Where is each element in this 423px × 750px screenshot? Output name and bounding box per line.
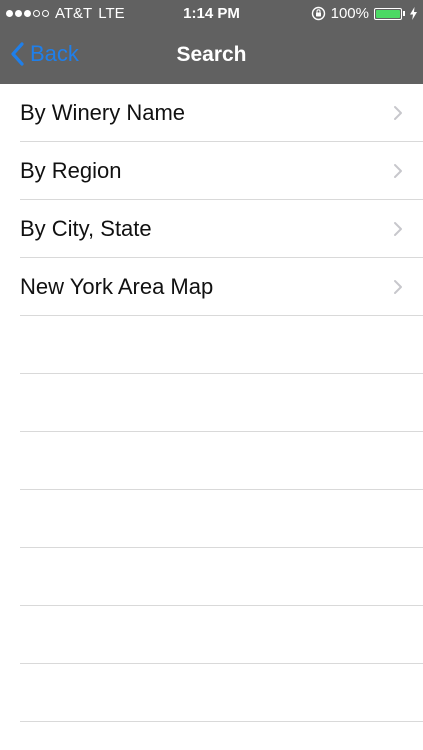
empty-row — [20, 374, 423, 432]
empty-row — [20, 606, 423, 664]
rotation-lock-icon — [311, 6, 325, 21]
battery-icon — [374, 7, 405, 20]
empty-row — [20, 548, 423, 606]
empty-row — [20, 722, 423, 750]
battery-tip — [403, 11, 405, 16]
screen: AT&T LTE 1:14 PM 100% Back Search By Win… — [0, 0, 423, 750]
empty-row — [20, 664, 423, 722]
list-item-by-winery-name[interactable]: By Winery Name — [20, 84, 423, 142]
list-item-label: By Region — [20, 157, 122, 183]
empty-row — [20, 432, 423, 490]
list-item-by-region[interactable]: By Region — [20, 142, 423, 200]
chevron-right-icon — [394, 105, 402, 120]
status-bar: AT&T LTE 1:14 PM 100% — [0, 0, 423, 28]
battery-fill — [376, 9, 400, 18]
list-item-label: By Winery Name — [20, 99, 186, 125]
battery-percent: 100% — [330, 5, 369, 22]
search-options-list: By Winery Name By Region By City, State … — [0, 84, 423, 750]
page-title: Search — [176, 43, 247, 66]
battery-body — [374, 7, 402, 20]
status-right: 100% — [311, 5, 417, 22]
chevron-right-icon — [394, 221, 402, 236]
list-item-new-york-area-map[interactable]: New York Area Map — [20, 258, 423, 316]
navigation-bar: Back Search — [0, 28, 423, 84]
charging-bolt-icon — [410, 7, 417, 20]
chevron-right-icon — [394, 163, 402, 178]
top-bar: AT&T LTE 1:14 PM 100% Back Search — [0, 0, 423, 84]
empty-row — [20, 316, 423, 374]
empty-row — [20, 490, 423, 548]
list-item-label: New York Area Map — [20, 273, 214, 299]
list-item-by-city-state[interactable]: By City, State — [20, 200, 423, 258]
chevron-right-icon — [394, 279, 402, 294]
list-item-label: By City, State — [20, 215, 152, 241]
